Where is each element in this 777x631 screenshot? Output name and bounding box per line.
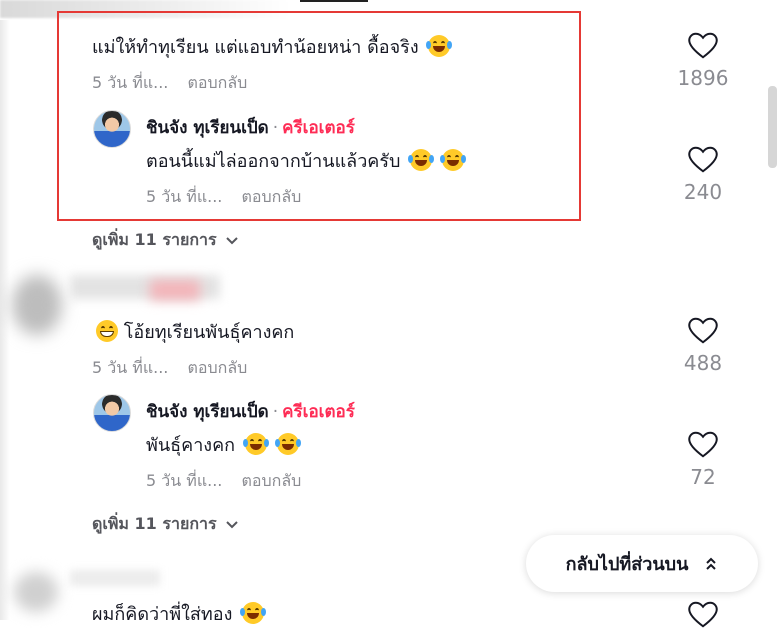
reply-button[interactable]: ตอบกลับ xyxy=(187,358,247,377)
reply-button[interactable]: ตอบกลับ xyxy=(241,471,301,490)
blurred-avatar xyxy=(12,275,62,335)
like-count: 72 xyxy=(690,465,716,489)
chevron-down-icon xyxy=(225,236,238,244)
heart-outline-icon[interactable] xyxy=(688,431,718,459)
comment-text: ผมก็คิดว่าพี่ใส่ทอง xyxy=(92,599,267,628)
see-more-replies[interactable]: ดูเพิ่ม 11 รายการ xyxy=(92,512,239,537)
laughing-emoji-icon xyxy=(240,602,267,624)
double-chevron-up-icon xyxy=(706,557,717,570)
like-count: 240 xyxy=(683,180,723,204)
creator-badge: ครีเอเตอร์ xyxy=(282,402,355,422)
like-count: 488 xyxy=(683,351,723,375)
reply-time: 5 วัน ที่แ... xyxy=(146,471,223,490)
reply-meta: 5 วัน ที่แ... ตอบกลับ xyxy=(146,469,301,494)
laughing-emoji-icon xyxy=(274,433,301,455)
heart-outline-icon[interactable] xyxy=(688,146,718,174)
grinning-emoji-icon xyxy=(96,320,118,342)
reply-author[interactable]: ชินจัง ทุเรียนเป็ด · ครีเอเตอร์ xyxy=(146,398,355,425)
blurred-avatar-bottom xyxy=(14,572,58,612)
laughing-emoji-icon xyxy=(242,433,269,455)
comment-text: โอ้ยทุเรียนพันธุ์คางคก xyxy=(96,317,294,346)
username[interactable]: ชินจัง ทุเรียนเป็ด xyxy=(146,402,269,422)
like-count: 1896 xyxy=(677,66,729,90)
blurred-username-bottom xyxy=(70,570,160,586)
reply-text: พันธุ์คางคก xyxy=(146,430,301,459)
back-to-top-label: กลับไปที่ส่วนบน xyxy=(565,554,689,575)
chevron-down-icon xyxy=(225,520,238,528)
blurred-badge xyxy=(150,280,200,300)
left-edge-shadow xyxy=(0,20,10,620)
heart-outline-icon[interactable] xyxy=(688,32,718,60)
separator-dot: · xyxy=(272,402,279,422)
scrollbar-thumb[interactable] xyxy=(768,86,777,168)
top-divider xyxy=(300,0,368,2)
comment-meta: 5 วัน ที่แ... ตอบกลับ xyxy=(92,356,247,381)
heart-outline-icon[interactable] xyxy=(688,317,718,345)
see-more-replies[interactable]: ดูเพิ่ม 11 รายการ xyxy=(92,228,239,253)
highlight-frame xyxy=(57,11,581,221)
back-to-top-button[interactable]: กลับไปที่ส่วนบน xyxy=(526,535,758,592)
comment-time: 5 วัน ที่แ... xyxy=(92,358,169,377)
heart-outline-icon[interactable] xyxy=(688,601,718,629)
avatar[interactable] xyxy=(93,394,131,432)
